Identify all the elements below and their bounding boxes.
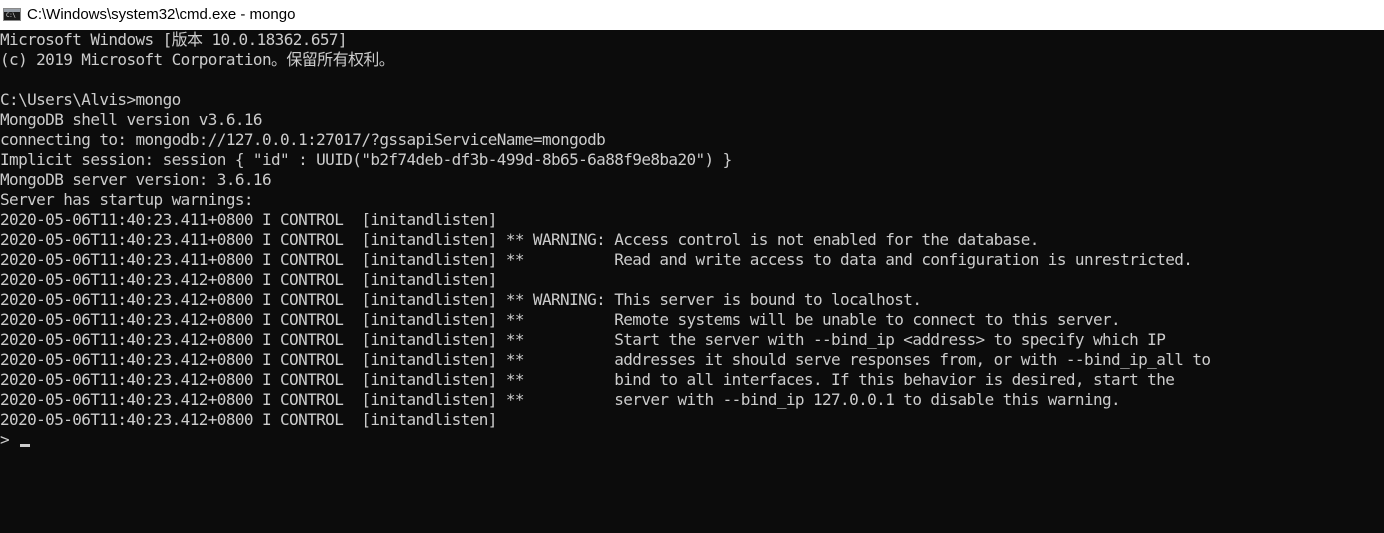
console-line: connecting to: mongodb://127.0.0.1:27017…	[0, 130, 606, 149]
console-line: 2020-05-06T11:40:23.412+0800 I CONTROL […	[0, 390, 1121, 409]
console-line: (c) 2019 Microsoft Corporation。保留所有权利。	[0, 50, 395, 69]
console-line: 2020-05-06T11:40:23.412+0800 I CONTROL […	[0, 270, 497, 289]
console-line: 2020-05-06T11:40:23.412+0800 I CONTROL […	[0, 370, 1175, 389]
icon-prompt-text: C:\	[6, 11, 16, 19]
text-cursor	[20, 444, 30, 447]
console-line: MongoDB shell version v3.6.16	[0, 110, 263, 129]
console-line: 2020-05-06T11:40:23.412+0800 I CONTROL […	[0, 310, 1121, 329]
console-line: Microsoft Windows [版本 10.0.18362.657]	[0, 30, 348, 49]
console-line: C:\Users\Alvis>mongo	[0, 90, 181, 109]
console-line: 2020-05-06T11:40:23.412+0800 I CONTROL […	[0, 410, 497, 429]
console-line: 2020-05-06T11:40:23.412+0800 I CONTROL […	[0, 290, 922, 309]
console-line: 2020-05-06T11:40:23.411+0800 I CONTROL […	[0, 230, 1039, 249]
console-line: Server has startup warnings:	[0, 190, 254, 209]
console-line: 2020-05-06T11:40:23.411+0800 I CONTROL […	[0, 210, 497, 229]
cmd-console-icon[interactable]: C:\	[3, 7, 21, 21]
console-line: 2020-05-06T11:40:23.412+0800 I CONTROL […	[0, 330, 1166, 349]
console-output[interactable]: Microsoft Windows [版本 10.0.18362.657] (c…	[0, 30, 1384, 533]
window-title: C:\Windows\system32\cmd.exe - mongo	[27, 6, 296, 23]
mongo-prompt[interactable]: >	[0, 430, 10, 450]
console-line: 2020-05-06T11:40:23.412+0800 I CONTROL […	[0, 350, 1211, 369]
console-line: Implicit session: session { "id" : UUID(…	[0, 150, 732, 169]
console-line: MongoDB server version: 3.6.16	[0, 170, 272, 189]
console-window: C:\ C:\Windows\system32\cmd.exe - mongo …	[0, 0, 1384, 533]
title-bar[interactable]: C:\ C:\Windows\system32\cmd.exe - mongo	[0, 0, 1384, 30]
console-line: 2020-05-06T11:40:23.411+0800 I CONTROL […	[0, 250, 1193, 269]
